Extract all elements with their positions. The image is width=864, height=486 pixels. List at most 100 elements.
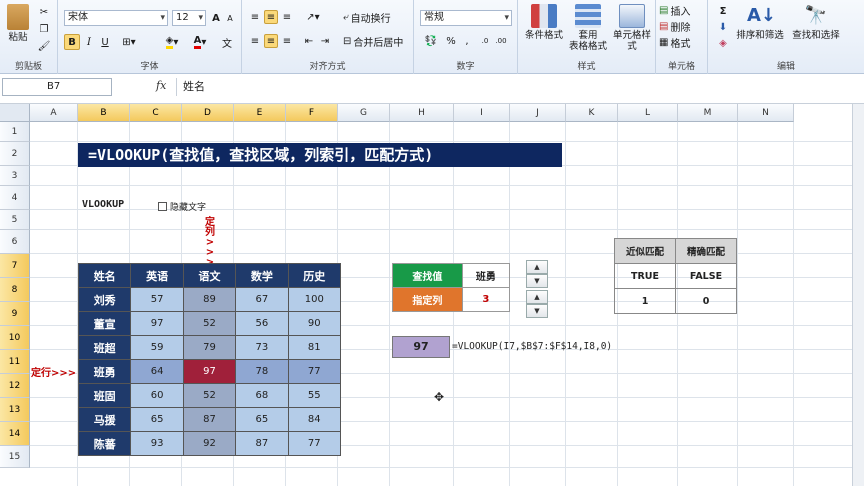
score-cell[interactable]: 87	[182, 407, 237, 432]
decrease-decimal-button[interactable]: .00	[494, 34, 508, 48]
name-cell[interactable]: 班超	[77, 335, 132, 360]
match-cell[interactable]: TRUE	[614, 263, 676, 289]
spin-up-button-2[interactable]: ▲	[526, 290, 548, 304]
score-cell[interactable]: 97	[130, 311, 184, 336]
column-header[interactable]: A	[30, 104, 78, 122]
score-cell[interactable]: 84	[287, 407, 342, 432]
row-header[interactable]: 8	[0, 278, 30, 302]
font-size-select[interactable]: 12	[172, 10, 206, 26]
currency-button[interactable]: 💱	[420, 34, 442, 48]
align-bottom-button[interactable]: ≡	[280, 10, 294, 24]
spin-down-button-2[interactable]: ▼	[526, 304, 548, 318]
row-header[interactable]: 14	[0, 422, 30, 446]
score-cell[interactable]: 100	[287, 287, 342, 312]
bold-button[interactable]: B	[64, 34, 80, 50]
column-header[interactable]: N	[738, 104, 794, 122]
score-cell[interactable]: 59	[130, 335, 184, 360]
align-right-button[interactable]: ≡	[280, 34, 294, 48]
hide-text-checkbox[interactable]: 隐藏文字	[158, 200, 206, 213]
row-header[interactable]: 10	[0, 326, 30, 350]
font-name-select[interactable]: 宋体	[64, 10, 168, 26]
autosum-button[interactable]: Σ	[712, 4, 734, 18]
column-index-label[interactable]: 指定列	[392, 287, 463, 312]
grow-font-button[interactable]: A	[210, 10, 222, 26]
header-cell[interactable]: 英语	[130, 263, 184, 288]
score-cell[interactable]: 90	[287, 311, 342, 336]
row-header[interactable]: 2	[0, 142, 30, 166]
score-cell[interactable]: 73	[235, 335, 289, 360]
column-header[interactable]: L	[618, 104, 678, 122]
copy-button[interactable]: ❐	[36, 22, 52, 36]
row-header[interactable]: 12	[0, 374, 30, 398]
match-cell[interactable]: FALSE	[675, 263, 737, 289]
score-cell[interactable]: 81	[287, 335, 342, 360]
cut-button[interactable]: ✂	[36, 5, 52, 19]
header-cell[interactable]: 历史	[287, 263, 342, 288]
score-cell[interactable]: 57	[130, 287, 184, 312]
italic-button[interactable]: I	[82, 34, 96, 50]
score-cell[interactable]: 97	[182, 359, 237, 384]
formula-title-banner[interactable]: =VLOOKUP(查找值，查找区域，列索引，匹配方式)	[78, 143, 562, 167]
worksheet[interactable]: ABCDEFGHIJKLMN 1 2 3 4 5 6 7 8 9 10 11 12 13 14 15 =VL…	[0, 104, 864, 486]
column-header[interactable]: C	[130, 104, 182, 122]
score-cell[interactable]: 89	[182, 287, 237, 312]
approx-match-header[interactable]: 近似匹配	[614, 238, 676, 264]
score-cell[interactable]: 78	[235, 359, 289, 384]
sort-filter-button[interactable]: A↓ 排序和筛选	[734, 4, 786, 41]
score-cell[interactable]: 92	[182, 431, 237, 456]
decrease-indent-button[interactable]: ⇤	[302, 34, 316, 48]
score-cell[interactable]: 55	[287, 383, 342, 408]
insert-button[interactable]: ▤ 插入	[658, 4, 706, 18]
column-index-cell[interactable]: 3	[461, 287, 511, 312]
row-header[interactable]: 4	[0, 186, 30, 210]
format-painter-button[interactable]: 🖌	[36, 39, 52, 53]
name-box[interactable]: B7	[2, 78, 112, 96]
column-header[interactable]: G	[338, 104, 390, 122]
spin-down-button-1[interactable]: ▼	[526, 274, 548, 288]
column-header[interactable]: I	[454, 104, 510, 122]
row-header[interactable]: 9	[0, 302, 30, 326]
row-header[interactable]: 5	[0, 210, 30, 230]
font-color-button[interactable]: A ▾	[188, 34, 212, 50]
name-cell[interactable]: 马援	[77, 407, 132, 432]
checkbox-box[interactable]	[158, 202, 167, 211]
align-middle-button[interactable]: ≡	[264, 10, 278, 24]
column-header[interactable]: J	[510, 104, 566, 122]
format-as-table-button[interactable]: 套用 表格格式	[566, 4, 610, 52]
match-cell[interactable]: 0	[675, 288, 737, 314]
name-cell[interactable]: 班勇	[77, 359, 132, 384]
find-select-button[interactable]: 🔭 查找和选择	[788, 4, 844, 41]
score-cell[interactable]: 60	[130, 383, 184, 408]
fill-button[interactable]: ⬇	[712, 20, 734, 34]
vertical-scrollbar[interactable]	[852, 104, 864, 486]
row-header[interactable]: 1	[0, 122, 30, 142]
cell-styles-button[interactable]: 单元格样式	[610, 4, 654, 52]
score-cell[interactable]: 67	[235, 287, 289, 312]
score-cell[interactable]: 65	[130, 407, 184, 432]
spin-up-button-1[interactable]: ▲	[526, 260, 548, 274]
lookup-value-cell[interactable]: 班勇	[461, 263, 511, 288]
conditional-format-button[interactable]: 条件格式	[522, 4, 566, 41]
shrink-font-button[interactable]: A	[224, 10, 236, 26]
score-cell[interactable]: 68	[235, 383, 289, 408]
row-header[interactable]: 13	[0, 398, 30, 422]
number-format-select[interactable]: 常规	[420, 10, 512, 26]
name-cell[interactable]: 班固	[77, 383, 132, 408]
score-cell[interactable]: 56	[235, 311, 289, 336]
insert-function-icon[interactable]: fx	[156, 79, 166, 92]
column-header[interactable]: F	[286, 104, 338, 122]
column-header[interactable]: B	[78, 104, 130, 122]
increase-decimal-button[interactable]: .0	[478, 34, 492, 48]
formula-input[interactable]: 姓名	[176, 78, 856, 96]
score-cell[interactable]: 77	[287, 431, 342, 456]
align-left-button[interactable]: ≡	[248, 34, 262, 48]
name-cell[interactable]: 董宣	[77, 311, 132, 336]
name-cell[interactable]: 刘秀	[77, 287, 132, 312]
name-cell[interactable]: 陈蕃	[77, 431, 132, 456]
row-header[interactable]: 15	[0, 446, 30, 468]
lookup-value-label[interactable]: 查找值	[392, 263, 463, 288]
merge-center-button[interactable]: ⊟ 合并后居中	[342, 34, 408, 49]
increase-indent-button[interactable]: ⇥	[318, 34, 332, 48]
header-cell[interactable]: 数学	[235, 263, 289, 288]
score-cell[interactable]: 52	[182, 383, 237, 408]
